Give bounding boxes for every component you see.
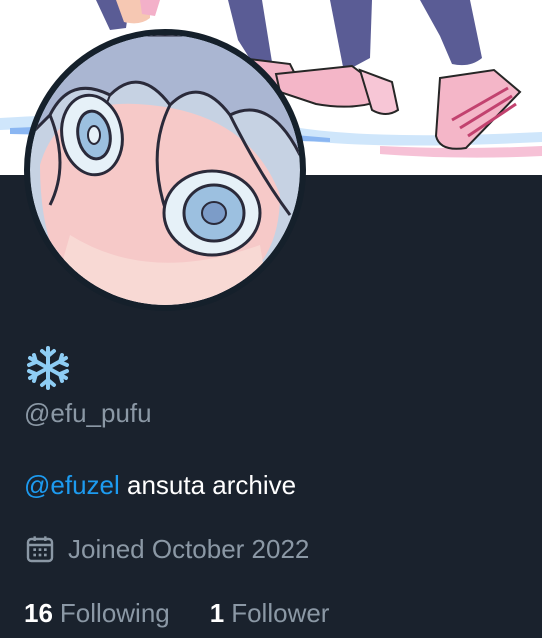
follow-stats: 16 Following 1 Follower (24, 596, 329, 630)
following-link[interactable]: 16 Following (24, 596, 170, 630)
followers-link[interactable]: 1 Follower (210, 596, 330, 630)
profile-bio: @efuzel ansuta archive (24, 468, 296, 502)
followers-label: Follower (231, 598, 330, 628)
avatar[interactable] (24, 29, 306, 311)
joined-date: Joined October 2022 (24, 532, 309, 566)
following-count: 16 (24, 598, 53, 628)
following-label: Following (59, 598, 170, 628)
bio-mention-link[interactable]: @efuzel (24, 470, 120, 500)
snowflake-icon (27, 346, 69, 390)
calendar-icon (26, 536, 54, 563)
avatar-illustration (30, 35, 300, 305)
bio-text: ansuta archive (127, 470, 297, 500)
display-name (24, 345, 76, 390)
followers-count: 1 (209, 598, 225, 628)
profile-handle: @efu_pufu (24, 398, 152, 428)
joined-text: Joined October 2022 (68, 534, 310, 564)
